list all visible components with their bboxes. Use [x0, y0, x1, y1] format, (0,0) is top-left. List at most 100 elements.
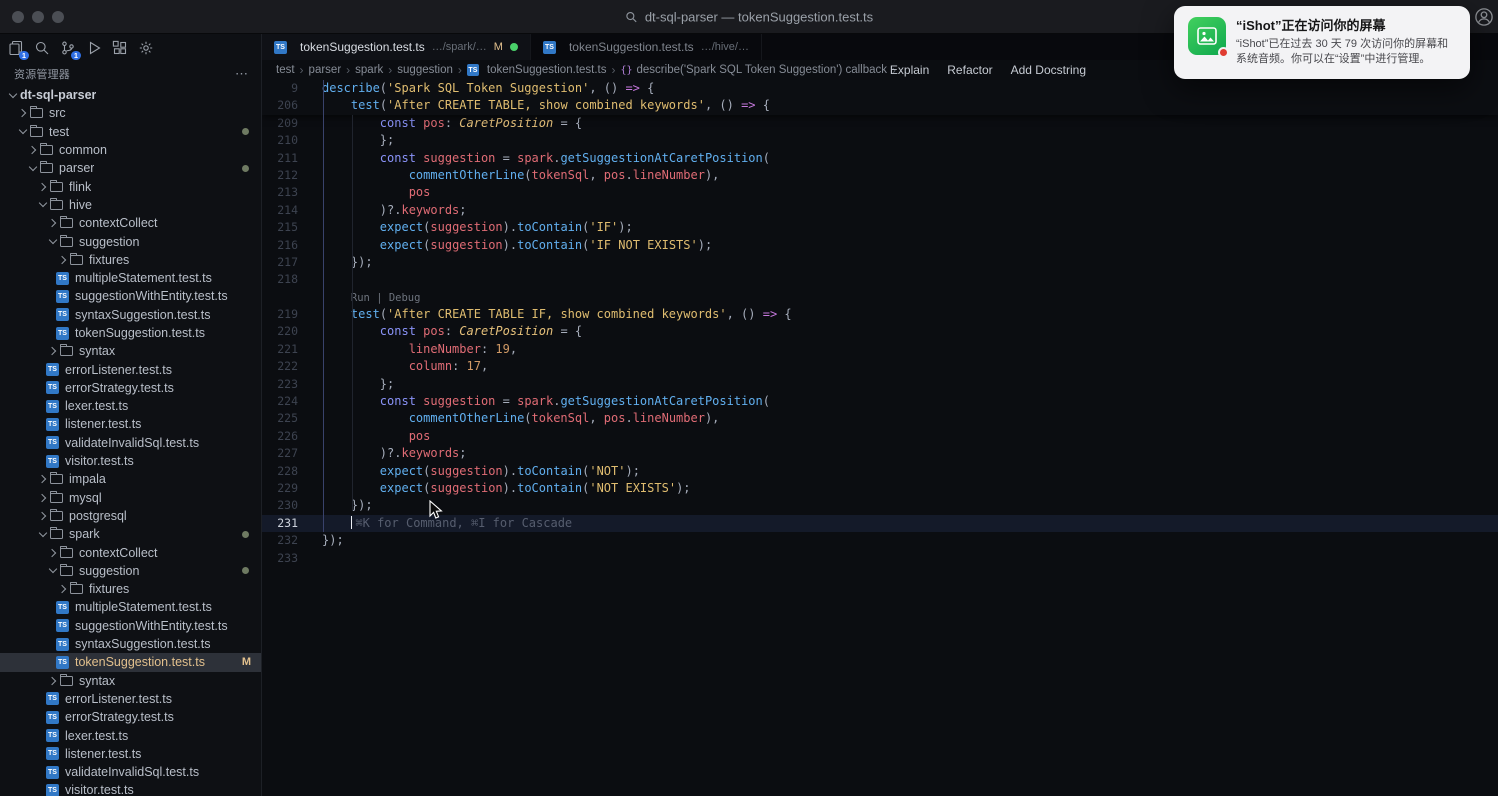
tree-file-syntaxSuggestion.test.ts[interactable]: TS syntaxSuggestion.test.ts — [0, 635, 261, 653]
breadcrumb-item[interactable]: parser — [309, 64, 342, 76]
tree-file-visitor.test.ts[interactable]: TS visitor.test.ts — [0, 452, 261, 470]
tree-folder-fixtures[interactable]: fixtures — [0, 580, 261, 598]
code-line-219[interactable]: 219 test('After CREATE TABLE IF, show co… — [262, 306, 1498, 323]
tree-file-listener.test.ts[interactable]: TS listener.test.ts — [0, 415, 261, 433]
code-line-220[interactable]: 220 const pos: CaretPosition = { — [262, 323, 1498, 340]
search-icon[interactable] — [31, 37, 53, 59]
window-title-bar-search[interactable]: dt-sql-parser — tokenSuggestion.test.ts — [625, 9, 873, 24]
code-line-222[interactable]: 222 column: 17, — [262, 358, 1498, 375]
code-action-refactor[interactable]: Refactor — [947, 63, 992, 77]
tree-folder-flink[interactable]: flink — [0, 177, 261, 195]
code-line-206[interactable]: 206 test('After CREATE TABLE, show combi… — [262, 97, 1498, 114]
more-actions-icon[interactable]: ⋯ — [235, 66, 249, 82]
code-line-218[interactable]: 218 — [262, 271, 1498, 288]
tree-folder-src[interactable]: src — [0, 104, 261, 122]
tree-folder-impala[interactable]: impala — [0, 470, 261, 488]
code-line-9[interactable]: 9 describe('Spark SQL Token Suggestion', … — [262, 80, 1498, 97]
tree-folder-hive[interactable]: hive — [0, 196, 261, 214]
tree-file-errorListener.test.ts[interactable]: TS errorListener.test.ts — [0, 690, 261, 708]
close-window-button[interactable] — [12, 10, 24, 23]
line-number: 9 — [291, 81, 298, 95]
tree-folder-syntax[interactable]: syntax — [0, 672, 261, 690]
tree-folder-parser[interactable]: parser — [0, 159, 261, 177]
tree-folder-contextCollect[interactable]: contextCollect — [0, 214, 261, 232]
tree-folder-suggestion[interactable]: suggestion — [0, 232, 261, 250]
tab-spark-tokenSuggestion[interactable]: TS tokenSuggestion.test.ts …/spark/… M — [262, 34, 531, 60]
line-number: 224 — [277, 394, 298, 409]
unsaved-changes-dot[interactable] — [509, 43, 518, 51]
tree-file-errorListener.test.ts[interactable]: TS errorListener.test.ts — [0, 360, 261, 378]
tree-folder-syntax[interactable]: syntax — [0, 342, 261, 360]
code-line-229[interactable]: 229 expect(suggestion).toContain('NOT EX… — [262, 480, 1498, 497]
tree-file-errorStrategy.test.ts[interactable]: TS errorStrategy.test.ts — [0, 708, 261, 726]
code-editor[interactable]: 9 describe('Spark SQL Token Suggestion', … — [262, 80, 1498, 796]
tree-file-suggestionWithEntity.test.ts[interactable]: TS suggestionWithEntity.test.ts — [0, 287, 261, 305]
code-line-228[interactable]: 228 expect(suggestion).toContain('NOT'); — [262, 463, 1498, 480]
tree-folder-common[interactable]: common — [0, 141, 261, 159]
account-icon[interactable] — [1474, 7, 1494, 27]
run-debug-codelens[interactable]: Run | Debug — [351, 292, 421, 304]
run-debug-icon[interactable] — [83, 37, 105, 59]
code-line-215[interactable]: 215 expect(suggestion).toContain('IF'); — [262, 219, 1498, 236]
code-line-209[interactable]: 209 const pos: CaretPosition = { — [262, 115, 1498, 132]
code-line-233[interactable]: 233 — [262, 550, 1498, 567]
code-line-231[interactable]: 231 ⌘K for Command, ⌘I for Cascade — [262, 514, 1498, 533]
code-line-226[interactable]: 226 pos — [262, 428, 1498, 445]
tree-folder-contextCollect[interactable]: contextCollect — [0, 543, 261, 561]
code-line-217[interactable]: 217 }); — [262, 254, 1498, 271]
breadcrumb-item[interactable]: suggestion — [397, 64, 453, 76]
explorer-icon[interactable]: 1 — [5, 37, 29, 60]
settings-icon[interactable] — [135, 37, 157, 59]
extensions-icon[interactable] — [109, 37, 131, 59]
breadcrumb-item[interactable]: TS tokenSuggestion.test.ts — [466, 64, 606, 76]
code-line[interactable]: Run | Debug — [262, 289, 1498, 306]
tree-folder-dt-sql-parser[interactable]: dt-sql-parser — [0, 86, 261, 104]
tree-file-tokenSuggestion.test.ts[interactable]: TS tokenSuggestion.test.ts M — [0, 653, 261, 672]
code-line-232[interactable]: 232}); — [262, 532, 1498, 549]
code-line-216[interactable]: 216 expect(suggestion).toContain('IF NOT… — [262, 237, 1498, 254]
macos-notification[interactable]: “iShot”正在访问你的屏幕 “iShot”已在过去 30 天 79 次访问你… — [1174, 6, 1470, 80]
indent-guide — [322, 80, 324, 532]
breadcrumb-item[interactable]: test — [276, 64, 295, 76]
sticky-scroll: 9 describe('Spark SQL Token Suggestion', … — [262, 80, 1498, 115]
tree-folder-mysql[interactable]: mysql — [0, 489, 261, 507]
code-line-213[interactable]: 213 pos — [262, 184, 1498, 201]
tree-file-lexer.test.ts[interactable]: TS lexer.test.ts — [0, 397, 261, 415]
tree-file-tokenSuggestion.test.ts[interactable]: TS tokenSuggestion.test.ts — [0, 324, 261, 342]
tree-file-multipleStatement.test.ts[interactable]: TS multipleStatement.test.ts — [0, 598, 261, 616]
code-line-221[interactable]: 221 lineNumber: 19, — [262, 341, 1498, 358]
breadcrumb-separator: › — [457, 63, 462, 77]
tree-file-validateInvalidSql.test.ts[interactable]: TS validateInvalidSql.test.ts — [0, 763, 261, 781]
tree-file-suggestionWithEntity.test.ts[interactable]: TS suggestionWithEntity.test.ts — [0, 617, 261, 635]
tree-file-validateInvalidSql.test.ts[interactable]: TS validateInvalidSql.test.ts — [0, 434, 261, 452]
code-line-223[interactable]: 223 }; — [262, 376, 1498, 393]
code-line-211[interactable]: 211 const suggestion = spark.getSuggesti… — [262, 150, 1498, 167]
tree-file-multipleStatement.test.ts[interactable]: TS multipleStatement.test.ts — [0, 269, 261, 287]
code-action-explain[interactable]: Explain — [890, 63, 929, 77]
code-line-210[interactable]: 210 }; — [262, 132, 1498, 149]
code-line-212[interactable]: 212 commentOtherLine(tokenSql, pos.lineN… — [262, 167, 1498, 184]
tree-file-syntaxSuggestion.test.ts[interactable]: TS syntaxSuggestion.test.ts — [0, 306, 261, 324]
breadcrumb-item[interactable]: spark — [355, 64, 383, 76]
tab-hive-tokenSuggestion[interactable]: TS tokenSuggestion.test.ts …/hive/… — [531, 34, 762, 60]
minimize-window-button[interactable] — [32, 10, 44, 23]
tree-file-errorStrategy.test.ts[interactable]: TS errorStrategy.test.ts — [0, 379, 261, 397]
code-action-add-docstring[interactable]: Add Docstring — [1011, 63, 1086, 77]
tree-file-lexer.test.ts[interactable]: TS lexer.test.ts — [0, 726, 261, 744]
breadcrumb-item[interactable]: {} describe('Spark SQL Token Suggestion')… — [620, 64, 887, 76]
line-number: 221 — [277, 341, 298, 356]
source-control-icon[interactable]: 1 — [57, 37, 81, 60]
tree-folder-test[interactable]: test — [0, 123, 261, 141]
tree-folder-suggestion[interactable]: suggestion — [0, 562, 261, 580]
code-line-225[interactable]: 225 commentOtherLine(tokenSql, pos.lineN… — [262, 410, 1498, 427]
code-line-224[interactable]: 224 const suggestion = spark.getSuggesti… — [262, 393, 1498, 410]
zoom-window-button[interactable] — [52, 10, 64, 23]
tree-folder-fixtures[interactable]: fixtures — [0, 251, 261, 269]
tree-folder-postgresql[interactable]: postgresql — [0, 507, 261, 525]
code-line-214[interactable]: 214 )?.keywords; — [262, 202, 1498, 219]
tree-file-visitor.test.ts[interactable]: TS visitor.test.ts — [0, 781, 261, 796]
tree-folder-spark[interactable]: spark — [0, 525, 261, 543]
tree-file-listener.test.ts[interactable]: TS listener.test.ts — [0, 745, 261, 763]
code-line-227[interactable]: 227 )?.keywords; — [262, 445, 1498, 462]
code-line-230[interactable]: 230 }); — [262, 497, 1498, 514]
